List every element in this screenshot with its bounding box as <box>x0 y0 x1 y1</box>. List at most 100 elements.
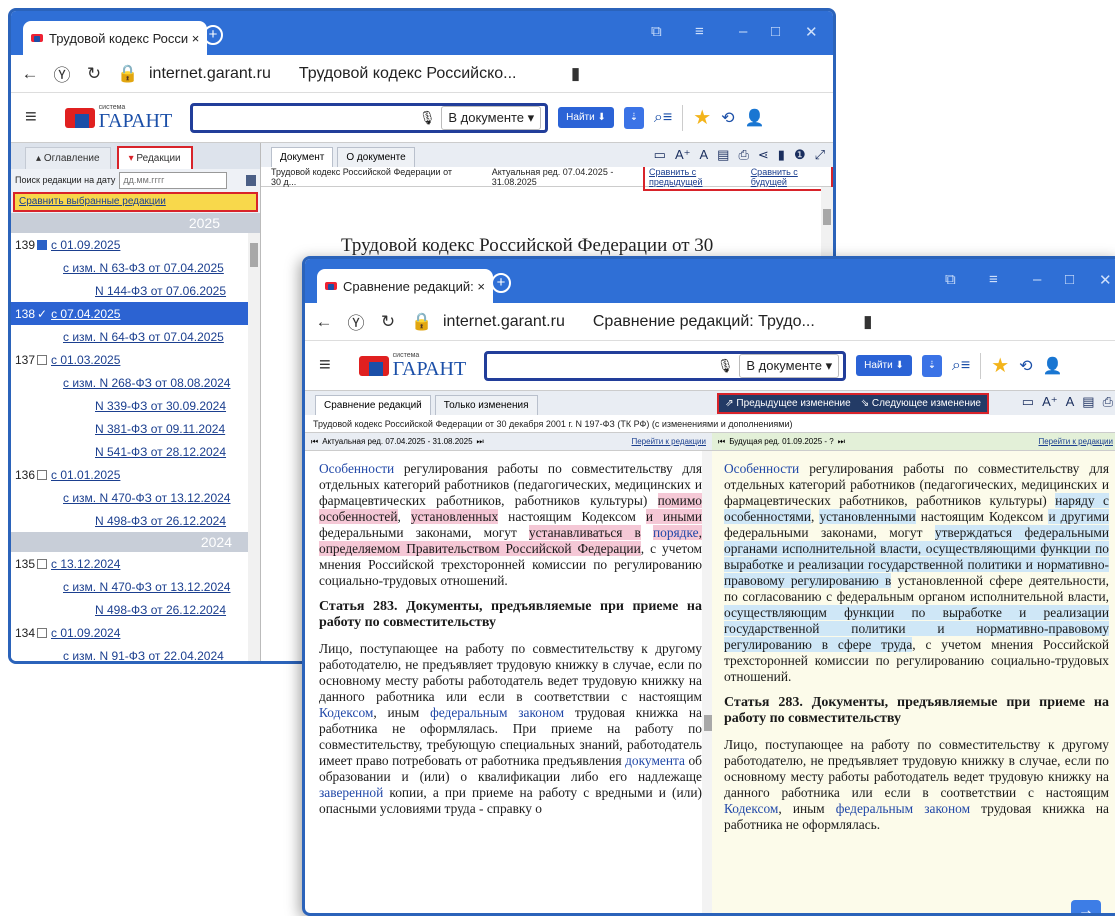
tab-about[interactable]: О документе <box>337 147 415 167</box>
checkbox[interactable] <box>37 627 47 638</box>
date-input[interactable] <box>119 171 228 189</box>
user-icon[interactable]: 👤 <box>745 108 765 128</box>
next-icon[interactable]: ⏭ <box>477 437 484 447</box>
share-icon[interactable]: ⋖ <box>758 147 769 163</box>
reload-icon[interactable]: ↻ <box>85 64 103 84</box>
compare-selected-link[interactable]: Сравнить выбранные редакции <box>13 192 258 212</box>
chat-assistant-button[interactable]: ⇄ <box>1071 900 1101 913</box>
search-settings-icon[interactable]: ⌕≡ <box>952 357 970 375</box>
calendar-icon[interactable] <box>246 174 256 186</box>
revision-date-link[interactable]: с 07.04.2025 <box>51 307 120 321</box>
advanced-search-icon[interactable]: ⇣ <box>623 106 644 129</box>
advanced-search-icon[interactable]: ⇣ <box>921 354 942 377</box>
change-link[interactable]: с изм. N 470-ФЗ от 13.12.2024 <box>63 491 230 505</box>
first-icon[interactable]: ⏮ <box>311 437 318 447</box>
change-link[interactable]: с изм. N 91-ФЗ от 22.04.2024 <box>63 649 224 662</box>
tab-contents[interactable]: ▴ Оглавление <box>25 147 111 169</box>
favorites-star-icon[interactable]: ★ <box>991 353 1009 378</box>
close-window-icon[interactable]: ✕ <box>1099 271 1112 289</box>
compare-prev-link[interactable]: Сравнить с предыдущей <box>649 167 741 187</box>
go-to-revision-link[interactable]: Перейти к редакции <box>1038 437 1113 446</box>
checkbox[interactable] <box>37 558 47 569</box>
tab-compare[interactable]: Сравнение редакций <box>315 395 431 415</box>
collections-icon[interactable]: ⧉ <box>945 271 956 288</box>
check-icon[interactable]: ✓ <box>37 307 47 321</box>
revision-item[interactable]: 134 с 01.09.2024 <box>11 621 260 644</box>
new-tab-icon[interactable]: + <box>491 273 511 293</box>
change-link[interactable]: с изм. N 64-ФЗ от 07.04.2025 <box>63 330 224 344</box>
yandex-icon[interactable]: Ⓨ <box>53 61 71 86</box>
change-link[interactable]: с изм. N 268-ФЗ от 08.08.2024 <box>63 376 230 390</box>
bookmark-icon[interactable]: ▮ <box>859 312 877 332</box>
revision-date-link[interactable]: с 01.01.2025 <box>51 468 120 482</box>
revision-date-link[interactable]: с 01.09.2025 <box>51 238 120 252</box>
font-larger-icon[interactable]: A⁺ <box>675 147 691 163</box>
maximize-icon[interactable]: □ <box>1065 271 1074 288</box>
scroll-thumb[interactable] <box>823 209 831 225</box>
translate-icon[interactable]: ▭ <box>654 147 666 163</box>
checkbox[interactable] <box>37 354 47 365</box>
browser-tab[interactable]: Трудовой кодекс Росси × <box>23 21 208 55</box>
find-button[interactable]: Найти ⬇ <box>856 355 912 376</box>
expand-icon[interactable]: ⤢ <box>815 147 825 163</box>
revision-date-link[interactable]: с 01.03.2025 <box>51 353 120 367</box>
first-icon[interactable]: ⏮ <box>718 437 725 447</box>
change-link[interactable]: N 541-ФЗ от 28.12.2024 <box>95 445 226 459</box>
collections-icon[interactable]: ⧉ <box>651 23 662 40</box>
tab-document[interactable]: Документ <box>271 147 334 167</box>
change-link[interactable]: с изм. N 63-ФЗ от 07.04.2025 <box>63 261 224 275</box>
history-icon[interactable]: ⟲ <box>721 108 734 128</box>
font-smaller-icon[interactable]: A <box>700 147 709 163</box>
tab-only-changes[interactable]: Только изменения <box>434 395 538 415</box>
save-icon[interactable]: ▤ <box>1082 394 1094 410</box>
minimize-icon[interactable]: – <box>739 23 747 40</box>
favorites-star-icon[interactable]: ★ <box>693 105 711 130</box>
history-icon[interactable]: ⟲ <box>1019 356 1032 376</box>
menu-icon[interactable]: ≡ <box>319 354 331 377</box>
font-larger-icon[interactable]: A⁺ <box>1042 394 1058 410</box>
menu-icon[interactable]: ≡ <box>25 106 37 129</box>
microphone-icon[interactable]: 🎙 <box>419 110 436 126</box>
font-smaller-icon[interactable]: A <box>1066 394 1075 410</box>
user-icon[interactable]: 👤 <box>1043 356 1063 376</box>
find-button[interactable]: Найти ⬇ <box>558 107 614 128</box>
compare-next-link[interactable]: Сравнить с будущей <box>751 167 827 187</box>
translate-icon[interactable]: ▭ <box>1022 394 1034 410</box>
scroll-thumb[interactable] <box>250 243 258 267</box>
scroll-thumb[interactable] <box>704 715 712 731</box>
browser-tab[interactable]: Сравнение редакций: × <box>317 269 493 303</box>
back-arrow-icon[interactable]: ← <box>21 64 39 84</box>
maximize-icon[interactable]: □ <box>771 23 780 40</box>
garant-logo[interactable]: система ГАРАНТ <box>358 352 466 379</box>
back-arrow-icon[interactable]: ← <box>315 312 333 332</box>
change-link[interactable]: N 339-ФЗ от 30.09.2024 <box>95 399 226 413</box>
minimize-icon[interactable]: – <box>1033 271 1041 288</box>
print-icon[interactable]: ⎙ <box>1103 394 1113 410</box>
prev-change-button[interactable]: ⇗ Предыдущее изменение <box>725 398 851 409</box>
revision-date-link[interactable]: с 01.09.2024 <box>51 626 120 640</box>
notifications-icon[interactable]: ≡ <box>989 271 998 288</box>
search-settings-icon[interactable]: ⌕≡ <box>654 109 672 127</box>
info-icon[interactable]: ❶ <box>794 147 806 163</box>
microphone-icon[interactable]: 🎙 <box>717 358 734 374</box>
search-input[interactable]: 🎙 В документе ▾ <box>484 350 847 381</box>
revision-item[interactable]: 139 с 01.09.2025 <box>11 233 260 256</box>
revision-item-active[interactable]: 138 ✓ с 07.04.2025 <box>11 302 260 325</box>
go-to-revision-link[interactable]: Перейти к редакции <box>631 437 706 446</box>
search-scope-select[interactable]: В документе ▾ <box>739 353 840 378</box>
close-window-icon[interactable]: ✕ <box>805 23 818 41</box>
checkbox[interactable] <box>37 469 47 480</box>
scrollbar[interactable] <box>248 233 260 661</box>
url-host[interactable]: internet.garant.ru <box>443 313 565 331</box>
checkbox[interactable] <box>37 239 47 250</box>
next-change-button[interactable]: ⇘ Следующее изменение <box>861 398 981 409</box>
bookmark-icon[interactable]: ▮ <box>567 64 585 84</box>
search-input[interactable]: 🎙 В документе ▾ <box>190 102 549 133</box>
bookmark-icon[interactable]: ▮ <box>778 147 785 163</box>
revision-date-link[interactable]: с 13.12.2024 <box>51 557 120 571</box>
search-scope-select[interactable]: В документе ▾ <box>441 105 542 130</box>
change-link[interactable]: N 144-ФЗ от 07.06.2025 <box>95 284 226 298</box>
change-link[interactable]: N 498-ФЗ от 26.12.2024 <box>95 514 226 528</box>
change-link[interactable]: с изм. N 470-ФЗ от 13.12.2024 <box>63 580 230 594</box>
url-host[interactable]: internet.garant.ru <box>149 65 271 83</box>
